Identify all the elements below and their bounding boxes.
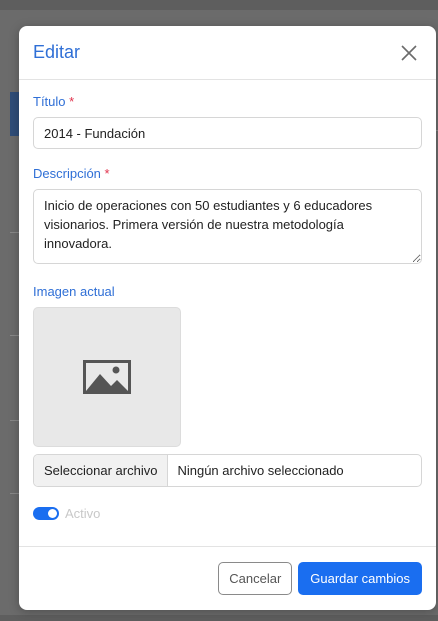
title-input[interactable]: [33, 117, 422, 149]
image-placeholder-icon: [83, 360, 131, 394]
backdrop-divider: [10, 232, 19, 233]
file-input[interactable]: Seleccionar archivo Ningún archivo selec…: [33, 454, 422, 487]
required-mark: *: [104, 166, 110, 181]
file-status: Ningún archivo seleccionado: [177, 463, 344, 478]
modal-body: Título * Descripción * Inicio de operaci…: [19, 80, 436, 521]
current-image: [33, 307, 181, 447]
active-toggle[interactable]: [33, 507, 59, 520]
toggle-knob: [48, 509, 57, 518]
backdrop-bottom: [0, 615, 438, 621]
cancel-button[interactable]: Cancelar: [218, 562, 293, 595]
backdrop-divider: [10, 420, 19, 421]
backdrop-divider: [10, 335, 19, 336]
image-label: Imagen actual: [33, 284, 115, 299]
modal-title: Editar: [33, 42, 81, 62]
title-label: Título *: [33, 94, 75, 109]
backdrop-divider: [10, 493, 19, 494]
required-mark: *: [69, 94, 75, 109]
save-button[interactable]: Guardar cambios: [298, 562, 422, 595]
modal-header: Editar: [19, 26, 436, 80]
close-icon: [401, 44, 417, 61]
description-textarea[interactable]: Inicio de operaciones con 50 estudiantes…: [33, 189, 422, 264]
active-toggle-row: Activo: [33, 506, 422, 521]
modal-footer: Cancelar Guardar cambios: [19, 546, 436, 610]
edit-modal: Editar Título * Descripción * Inicio de …: [19, 26, 436, 610]
backdrop-top: [0, 0, 438, 10]
description-label: Descripción *: [33, 166, 110, 181]
active-label: Activo: [65, 506, 101, 521]
close-button[interactable]: [398, 42, 420, 64]
select-file-button[interactable]: Seleccionar archivo: [34, 455, 169, 486]
